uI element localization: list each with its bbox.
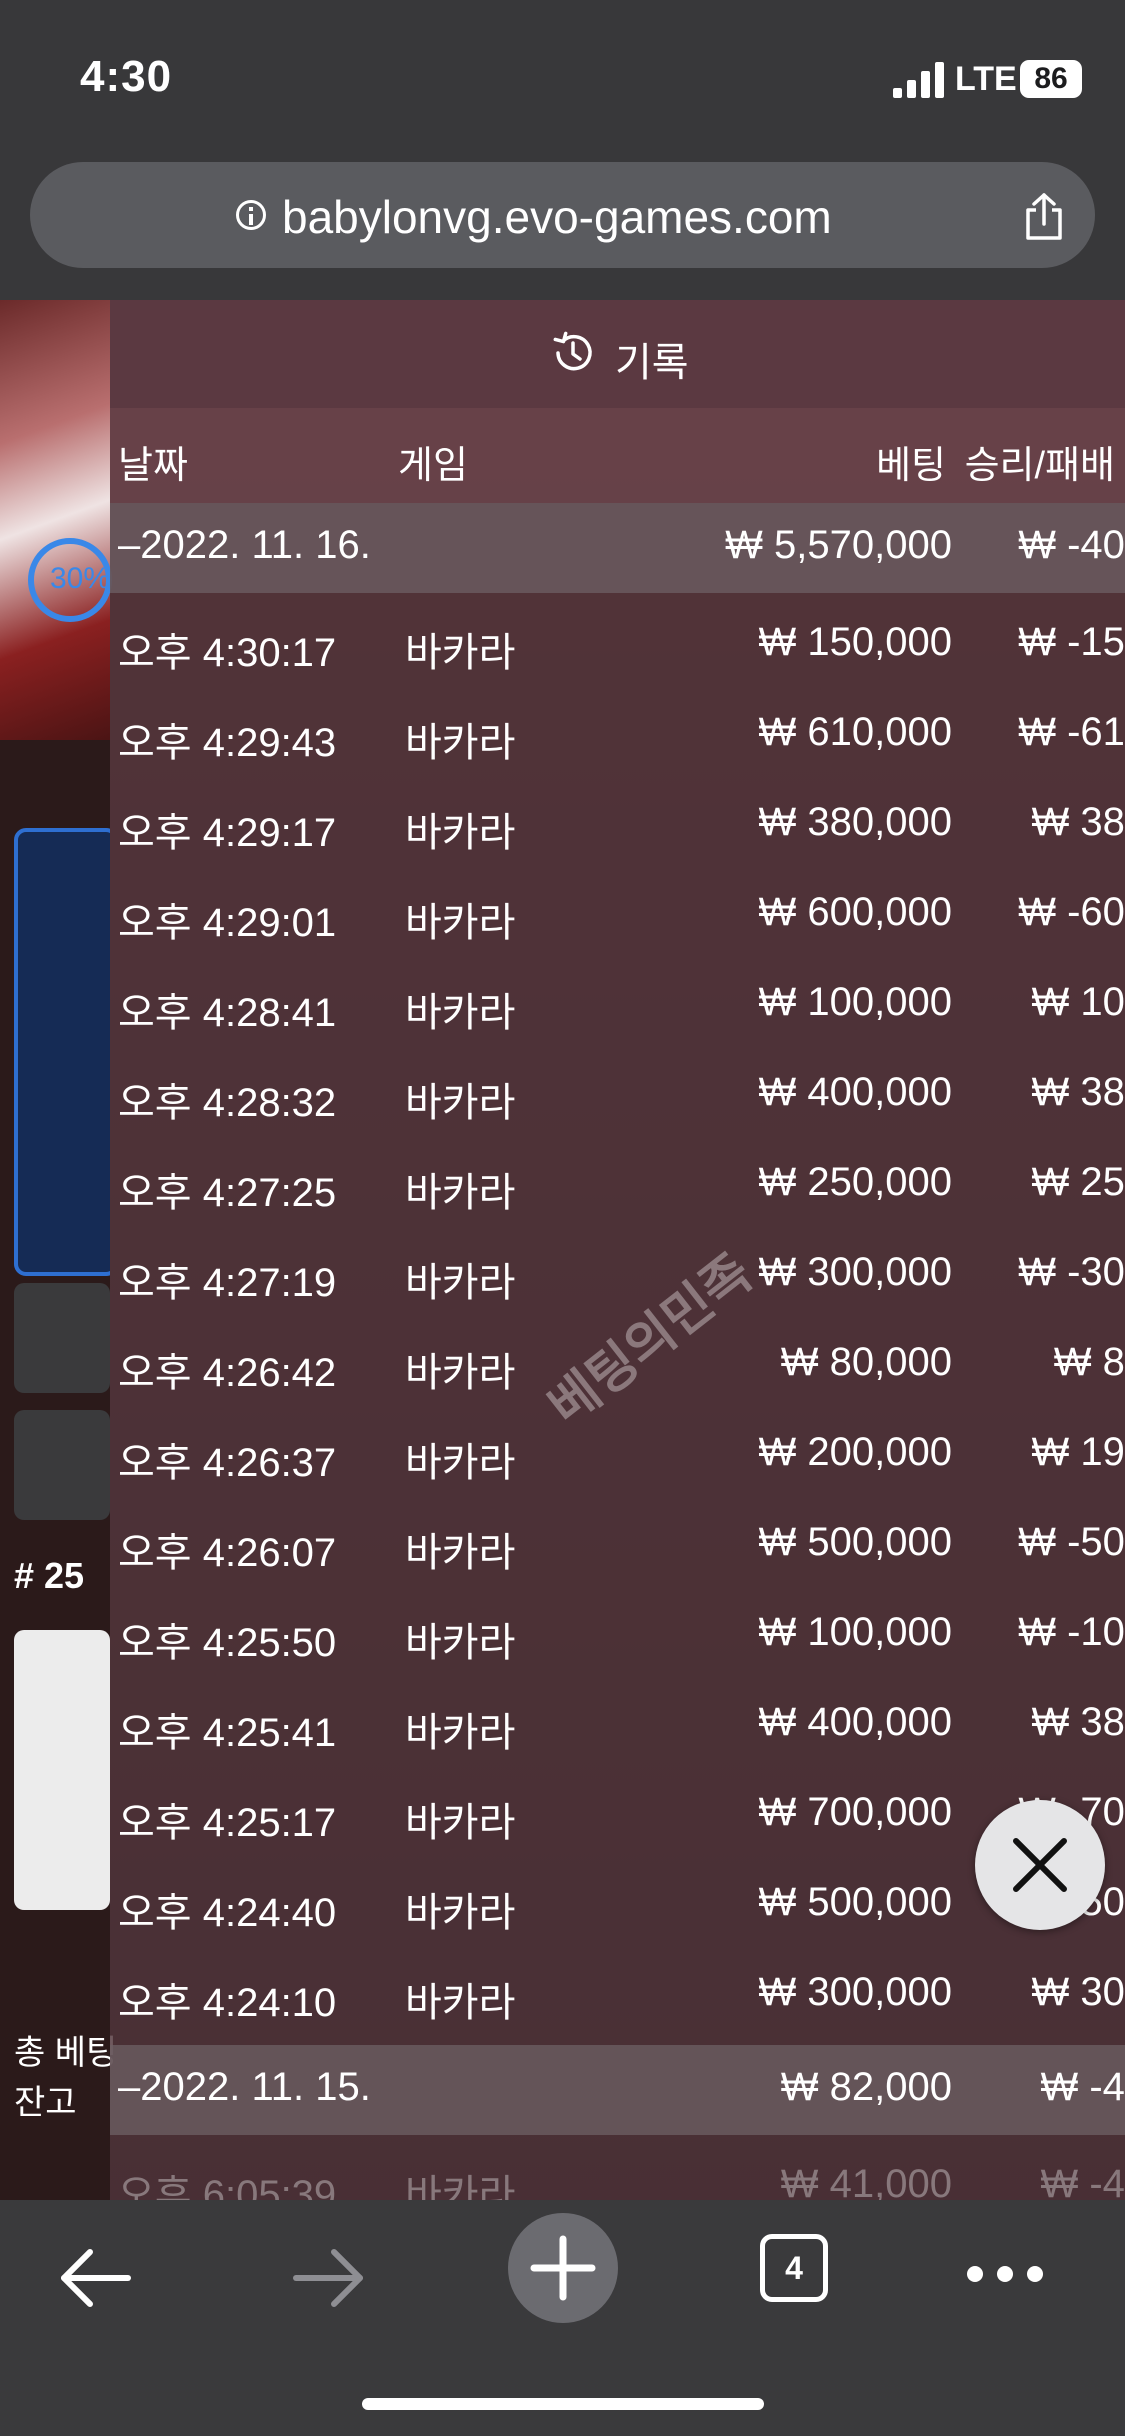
row-game: 바카라 xyxy=(405,1711,516,1755)
balance-label: 잔고 xyxy=(14,2084,77,2122)
round-label: # 25 xyxy=(14,1555,85,1596)
game-button-2[interactable] xyxy=(14,1410,110,1520)
row-result: ₩ 380,000 xyxy=(1031,1700,1125,1744)
status-time: 4:30 xyxy=(80,52,173,101)
row-game: 바카라 xyxy=(405,1081,516,1125)
info-icon[interactable] xyxy=(236,200,266,230)
forward-arrow-icon[interactable] xyxy=(290,2248,366,2308)
row-result: ₩ -610,000 xyxy=(1018,710,1125,754)
row-time: 오후 4:24:10 xyxy=(118,1981,337,2025)
group-result-total: ₩ -41,000 xyxy=(1040,2065,1125,2109)
new-tab-button[interactable] xyxy=(508,2213,618,2323)
back-arrow-icon[interactable] xyxy=(58,2248,134,2308)
col-result: 승리/패배 xyxy=(964,445,1115,487)
row-time: 오후 4:26:07 xyxy=(118,1531,337,1575)
row-time: 오후 4:28:41 xyxy=(118,991,337,1035)
row-result: ₩ -100,000 xyxy=(1018,1610,1125,1654)
row-time: 오후 4:26:42 xyxy=(118,1351,337,1395)
game-button-1[interactable] xyxy=(14,1283,110,1393)
network-type: LTE xyxy=(955,60,1017,98)
progress-label: 30% xyxy=(50,562,111,595)
row-time: 오후 4:24:40 xyxy=(118,1891,337,1935)
live-video-thumbnail xyxy=(0,300,110,740)
row-time: 오후 4:27:19 xyxy=(118,1261,337,1305)
row-result: ₩ 380,000 xyxy=(1031,800,1125,844)
row-game: 바카라 xyxy=(405,1171,516,1215)
row-time: 오후 4:28:32 xyxy=(118,1081,337,1125)
row-result: ₩ 190,000 xyxy=(1031,1430,1125,1474)
history-icon xyxy=(553,331,592,371)
total-bet-label: 총 베팅 xyxy=(14,2034,118,2072)
road-map-card[interactable] xyxy=(14,1630,110,1910)
address-bar[interactable]: babylonvg.evo-games.com xyxy=(30,162,1095,268)
row-time: 오후 4:27:25 xyxy=(118,1171,337,1215)
col-game: 게임 xyxy=(398,445,468,487)
row-time: 오후 4:29:43 xyxy=(118,721,337,765)
row-result: ₩ 100,000 xyxy=(1031,980,1125,1024)
row-result: ₩ -41,000 xyxy=(1040,2162,1125,2200)
col-date: 날짜 xyxy=(118,445,188,487)
row-result: ₩ 380,000 xyxy=(1031,1070,1125,1114)
row-time: 오후 4:25:50 xyxy=(118,1621,337,1665)
row-game: 바카라 xyxy=(405,721,516,765)
row-time: 오후 4:30:17 xyxy=(118,631,337,675)
row-result: ₩ -600,000 xyxy=(1018,890,1125,934)
share-icon[interactable] xyxy=(1020,192,1068,242)
group-date[interactable]: –2022. 11. 15. xyxy=(118,2065,371,2110)
tabs-count-button[interactable]: 4 xyxy=(760,2234,828,2302)
row-time: 오후 4:29:01 xyxy=(118,901,337,945)
row-time: 오후 4:25:17 xyxy=(118,1801,337,1845)
row-game: 바카라 xyxy=(405,811,516,855)
row-result: ₩ 300,000 xyxy=(1031,1970,1125,2014)
battery-indicator: 86 xyxy=(1020,60,1082,98)
row-time: 오후 4:26:37 xyxy=(118,1441,337,1485)
row-game: 바카라 xyxy=(405,631,516,675)
row-game: 바카라 xyxy=(405,1621,516,1665)
close-history-button[interactable] xyxy=(975,1800,1105,1930)
browser-address-area: babylonvg.evo-games.com xyxy=(0,150,1125,300)
row-game: 바카라 xyxy=(405,901,516,945)
row-game: 바카라 xyxy=(405,1261,516,1305)
row-time: 오후 4:29:17 xyxy=(118,811,337,855)
row-result: ₩ -300,000 xyxy=(1018,1250,1125,1294)
history-panel: 기록 날짜 게임 베팅 승리/패배 –2022. 11. 16. ₩ 5,570… xyxy=(110,300,1125,2200)
row-time: 오후 4:25:41 xyxy=(118,1711,337,1755)
signal-icon xyxy=(893,62,944,98)
close-icon xyxy=(1013,1838,1067,1892)
group-result-total: ₩ -400,000 xyxy=(1018,523,1125,567)
plus-icon xyxy=(530,2235,596,2301)
row-game: 바카라 xyxy=(405,1531,516,1575)
row-game: 바카라 xyxy=(405,1891,516,1935)
row-game: 바카라 xyxy=(405,1981,516,2025)
row-game: 바카라 xyxy=(405,1351,516,1395)
history-header: 기록 xyxy=(110,300,1125,408)
row-result: ₩ -500,000 xyxy=(1018,1520,1125,1564)
status-bar: 4:30 LTE 86 xyxy=(0,0,1125,150)
row-game: 바카라 xyxy=(405,991,516,1035)
player-bet-panel[interactable] xyxy=(14,828,110,1276)
more-icon[interactable] xyxy=(965,2264,1045,2284)
row-game: 바카라 xyxy=(405,2173,516,2200)
url-text[interactable]: babylonvg.evo-games.com xyxy=(282,190,832,244)
row-time: 오후 6:05:39 xyxy=(118,2173,337,2200)
history-title: 기록 xyxy=(615,341,689,385)
home-indicator xyxy=(362,2398,764,2410)
group-date[interactable]: –2022. 11. 16. xyxy=(118,523,371,568)
row-result: ₩ 80,000 xyxy=(1053,1340,1125,1384)
row-game: 바카라 xyxy=(405,1801,516,1845)
row-game: 바카라 xyxy=(405,1441,516,1485)
row-result: ₩ 250,000 xyxy=(1031,1160,1125,1204)
row-result: ₩ -150,000 xyxy=(1018,620,1125,664)
